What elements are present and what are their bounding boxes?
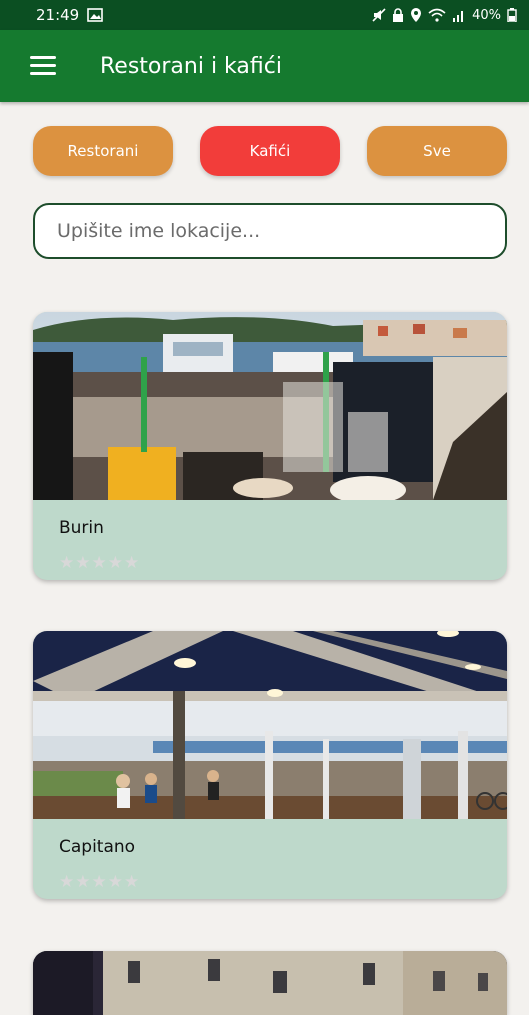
place-photo xyxy=(33,312,507,500)
search-input[interactable] xyxy=(33,203,507,259)
filter-sve-button[interactable]: Sve xyxy=(367,126,507,176)
battery-level: 40% xyxy=(472,7,501,23)
rating-stars: ★★★★★ xyxy=(59,872,141,892)
filter-restorani-button[interactable]: Restorani xyxy=(33,126,173,176)
status-bar: 21:49 40% xyxy=(0,0,529,30)
place-name: Burin xyxy=(59,518,104,538)
status-time: 21:49 xyxy=(36,6,80,24)
place-name: Capitano xyxy=(59,837,136,857)
rating-stars: ★★★★★ xyxy=(59,553,141,573)
filter-kafici-button[interactable]: Kafići xyxy=(200,126,340,176)
lock-icon xyxy=(393,8,404,22)
gallery-icon xyxy=(87,8,104,22)
place-photo xyxy=(33,951,507,1015)
filter-bar: Restorani Kafići Sve xyxy=(33,126,507,176)
wifi-icon xyxy=(428,8,446,22)
battery-icon xyxy=(507,8,517,22)
mute-icon xyxy=(372,8,386,22)
place-photo xyxy=(33,631,507,819)
place-card-burin[interactable]: Burin ★★★★★ xyxy=(33,312,507,580)
menu-icon[interactable] xyxy=(30,56,56,76)
place-card-capitano[interactable]: Capitano ★★★★★ xyxy=(33,631,507,899)
place-card[interactable] xyxy=(33,951,507,1015)
app-bar: Restorani i kafići xyxy=(0,30,529,102)
location-icon xyxy=(411,8,422,22)
signal-icon xyxy=(453,11,464,22)
page-title: Restorani i kafići xyxy=(100,53,282,79)
